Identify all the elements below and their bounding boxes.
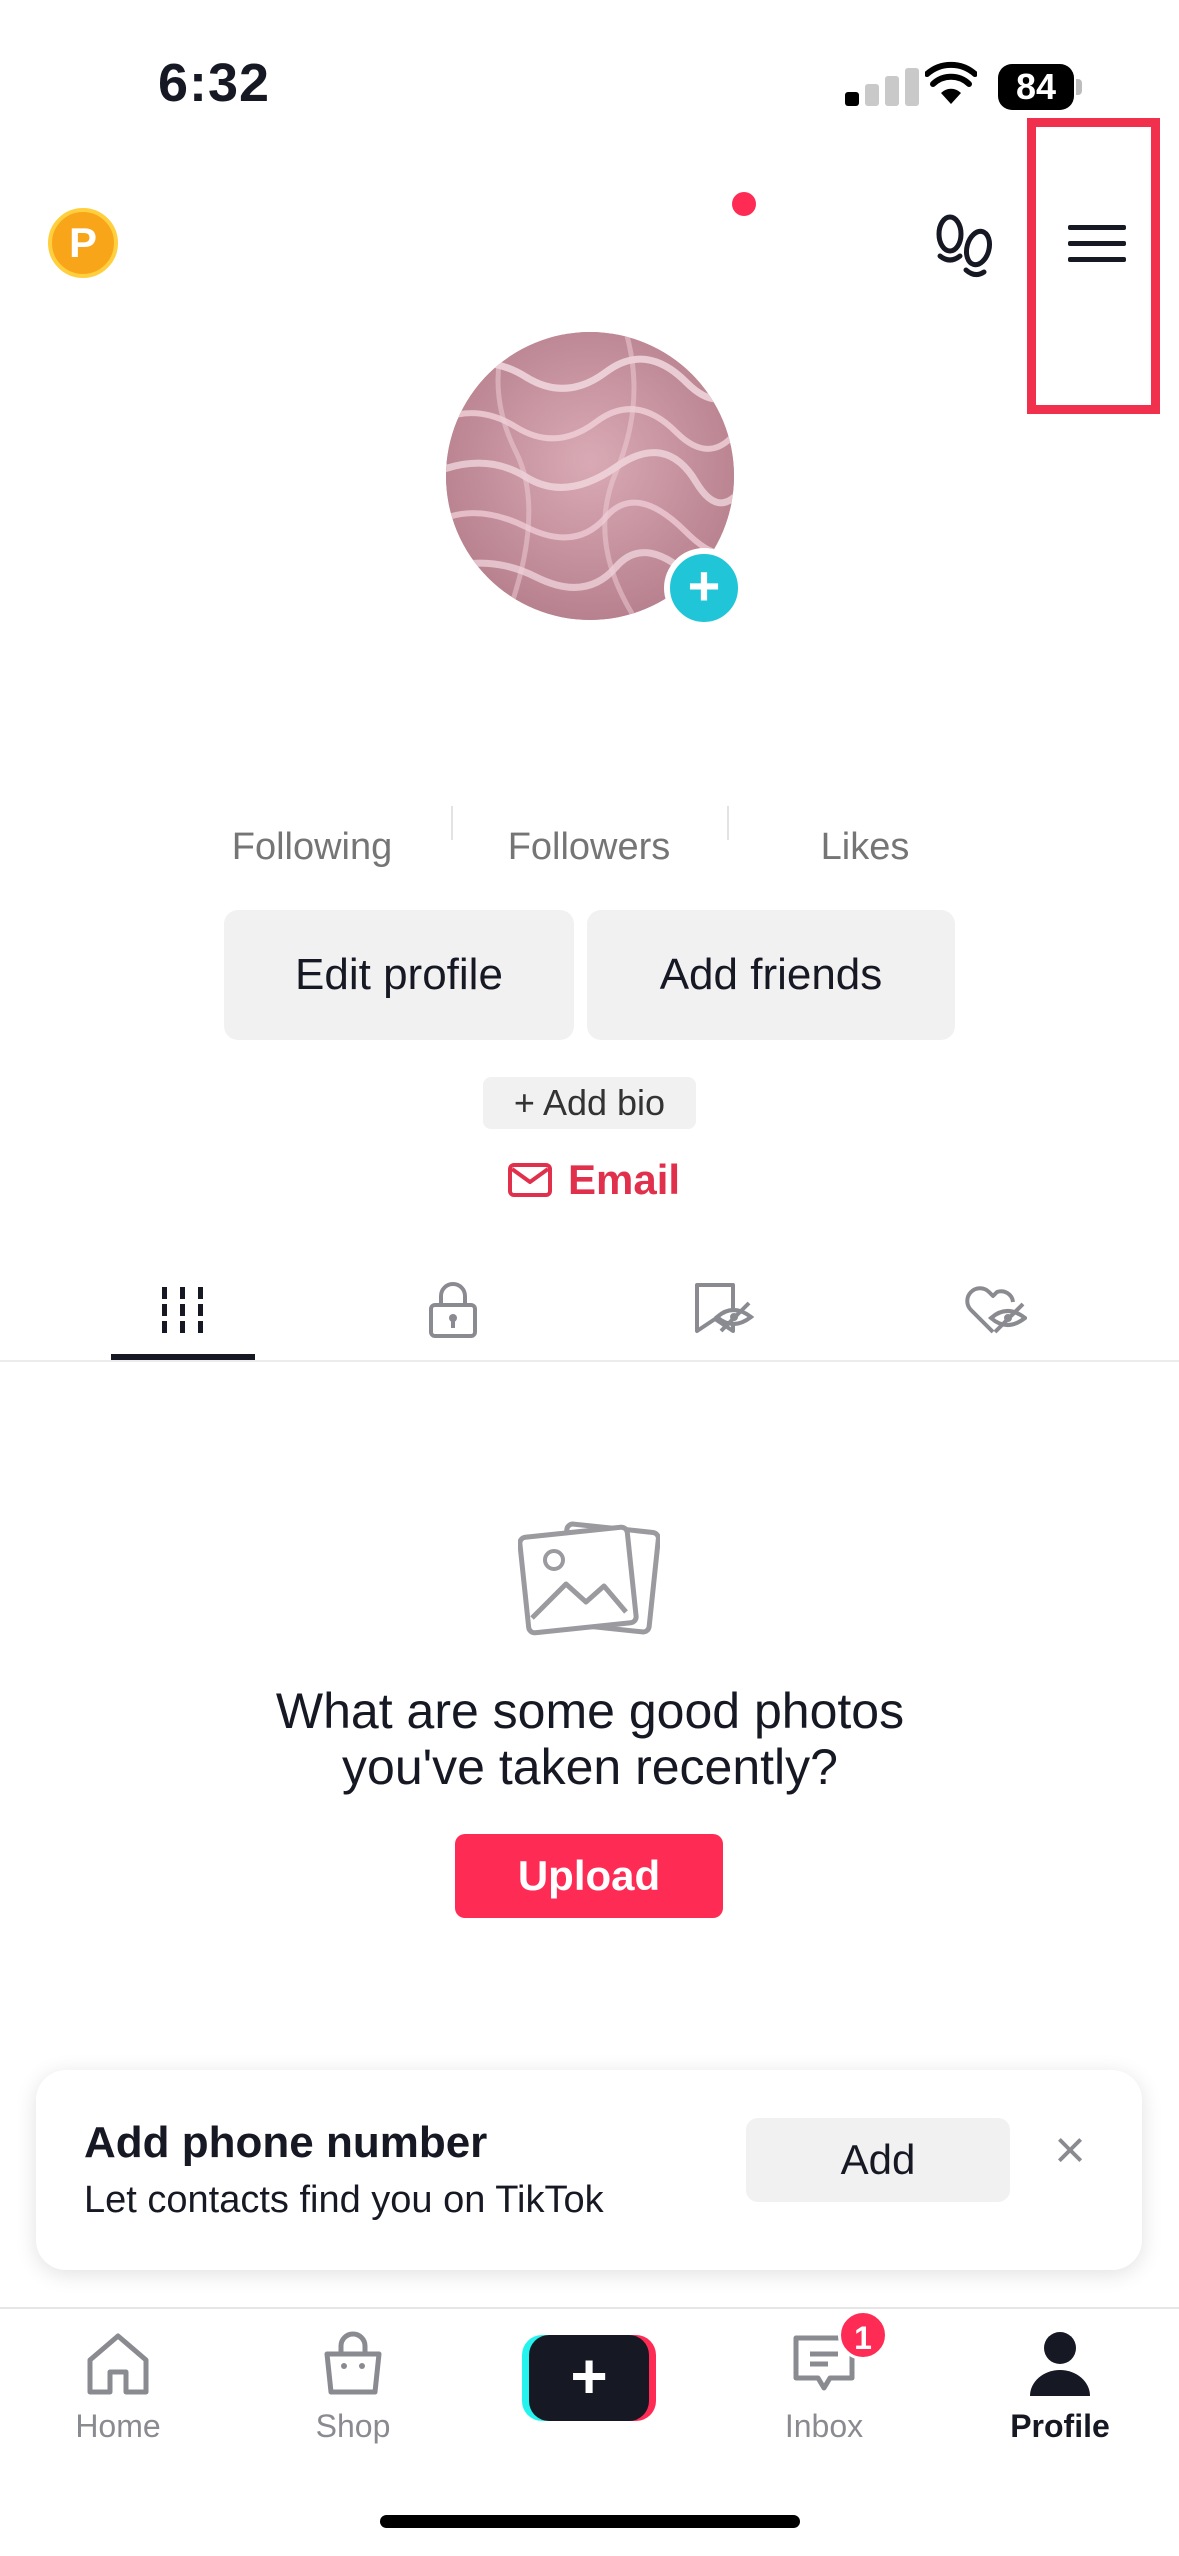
- wifi-icon: [925, 61, 977, 104]
- home-indicator: [380, 2515, 800, 2528]
- likes-label[interactable]: Likes: [735, 826, 995, 869]
- person-icon: [1030, 2332, 1090, 2396]
- mail-icon: [508, 1163, 552, 1197]
- inbox-badge: 1: [838, 2310, 888, 2360]
- shopping-bag-icon: [324, 2331, 382, 2395]
- plus-icon: +: [529, 2335, 649, 2421]
- home-icon: [87, 2333, 149, 2395]
- heart-hidden-icon: [965, 1286, 1027, 1334]
- close-icon[interactable]: ×: [1048, 2123, 1092, 2177]
- add-avatar-button[interactable]: +: [664, 548, 744, 628]
- nav-profile[interactable]: Profile: [960, 2320, 1160, 2450]
- create-button[interactable]: +: [522, 2335, 656, 2421]
- empty-state-title: What are some good photos you've taken r…: [140, 1683, 1040, 1795]
- stat-divider: [451, 806, 453, 840]
- add-bio-button[interactable]: + Add bio: [483, 1077, 696, 1129]
- nav-home[interactable]: Home: [18, 2320, 218, 2450]
- coins-icon[interactable]: P: [48, 208, 118, 278]
- cellular-signal-icon: [845, 66, 927, 106]
- tab-divider: [0, 1360, 1179, 1362]
- nav-shop[interactable]: Shop: [253, 2320, 453, 2450]
- nav-shop-label: Shop: [315, 2408, 391, 2444]
- lock-icon: [429, 1282, 477, 1338]
- upload-button[interactable]: Upload: [455, 1834, 723, 1918]
- add-phone-button[interactable]: Add: [746, 2118, 1010, 2202]
- email-label: Email: [568, 1156, 681, 1203]
- stat-divider: [727, 806, 729, 840]
- add-friends-button[interactable]: Add friends: [587, 910, 955, 1040]
- following-label[interactable]: Following: [182, 826, 442, 869]
- battery-level: 84: [998, 64, 1074, 110]
- banner-title: Add phone number: [84, 2118, 488, 2167]
- grid-icon: [162, 1287, 203, 1333]
- footprints-icon[interactable]: [930, 210, 998, 280]
- empty-state-line1: What are some good photos: [275, 1683, 905, 1739]
- nav-inbox-label: Inbox: [784, 2408, 864, 2444]
- followers-label[interactable]: Followers: [459, 826, 719, 869]
- tab-liked[interactable]: [860, 1260, 1130, 1360]
- nav-home-label: Home: [75, 2408, 161, 2444]
- bookmark-hidden-icon: [695, 1283, 755, 1333]
- notification-dot: [732, 192, 756, 216]
- battery-indicator: 84: [998, 64, 1082, 110]
- edit-profile-button[interactable]: Edit profile: [224, 910, 574, 1040]
- status-time: 6:32: [158, 53, 271, 113]
- tab-posts[interactable]: [48, 1260, 318, 1360]
- nav-profile-label: Profile: [1010, 2408, 1110, 2444]
- photos-icon: [518, 1521, 660, 1636]
- nav-inbox[interactable]: Inbox: [724, 2320, 924, 2450]
- email-link[interactable]: Email: [508, 1150, 680, 1210]
- banner-subtitle: Let contacts find you on TikTok: [84, 2179, 604, 2221]
- tab-favorites[interactable]: [589, 1260, 859, 1360]
- empty-state-line2: you've taken recently?: [342, 1739, 838, 1795]
- highlight-box: [1027, 118, 1160, 414]
- tab-private[interactable]: [318, 1260, 588, 1360]
- nav-divider: [0, 2307, 1179, 2309]
